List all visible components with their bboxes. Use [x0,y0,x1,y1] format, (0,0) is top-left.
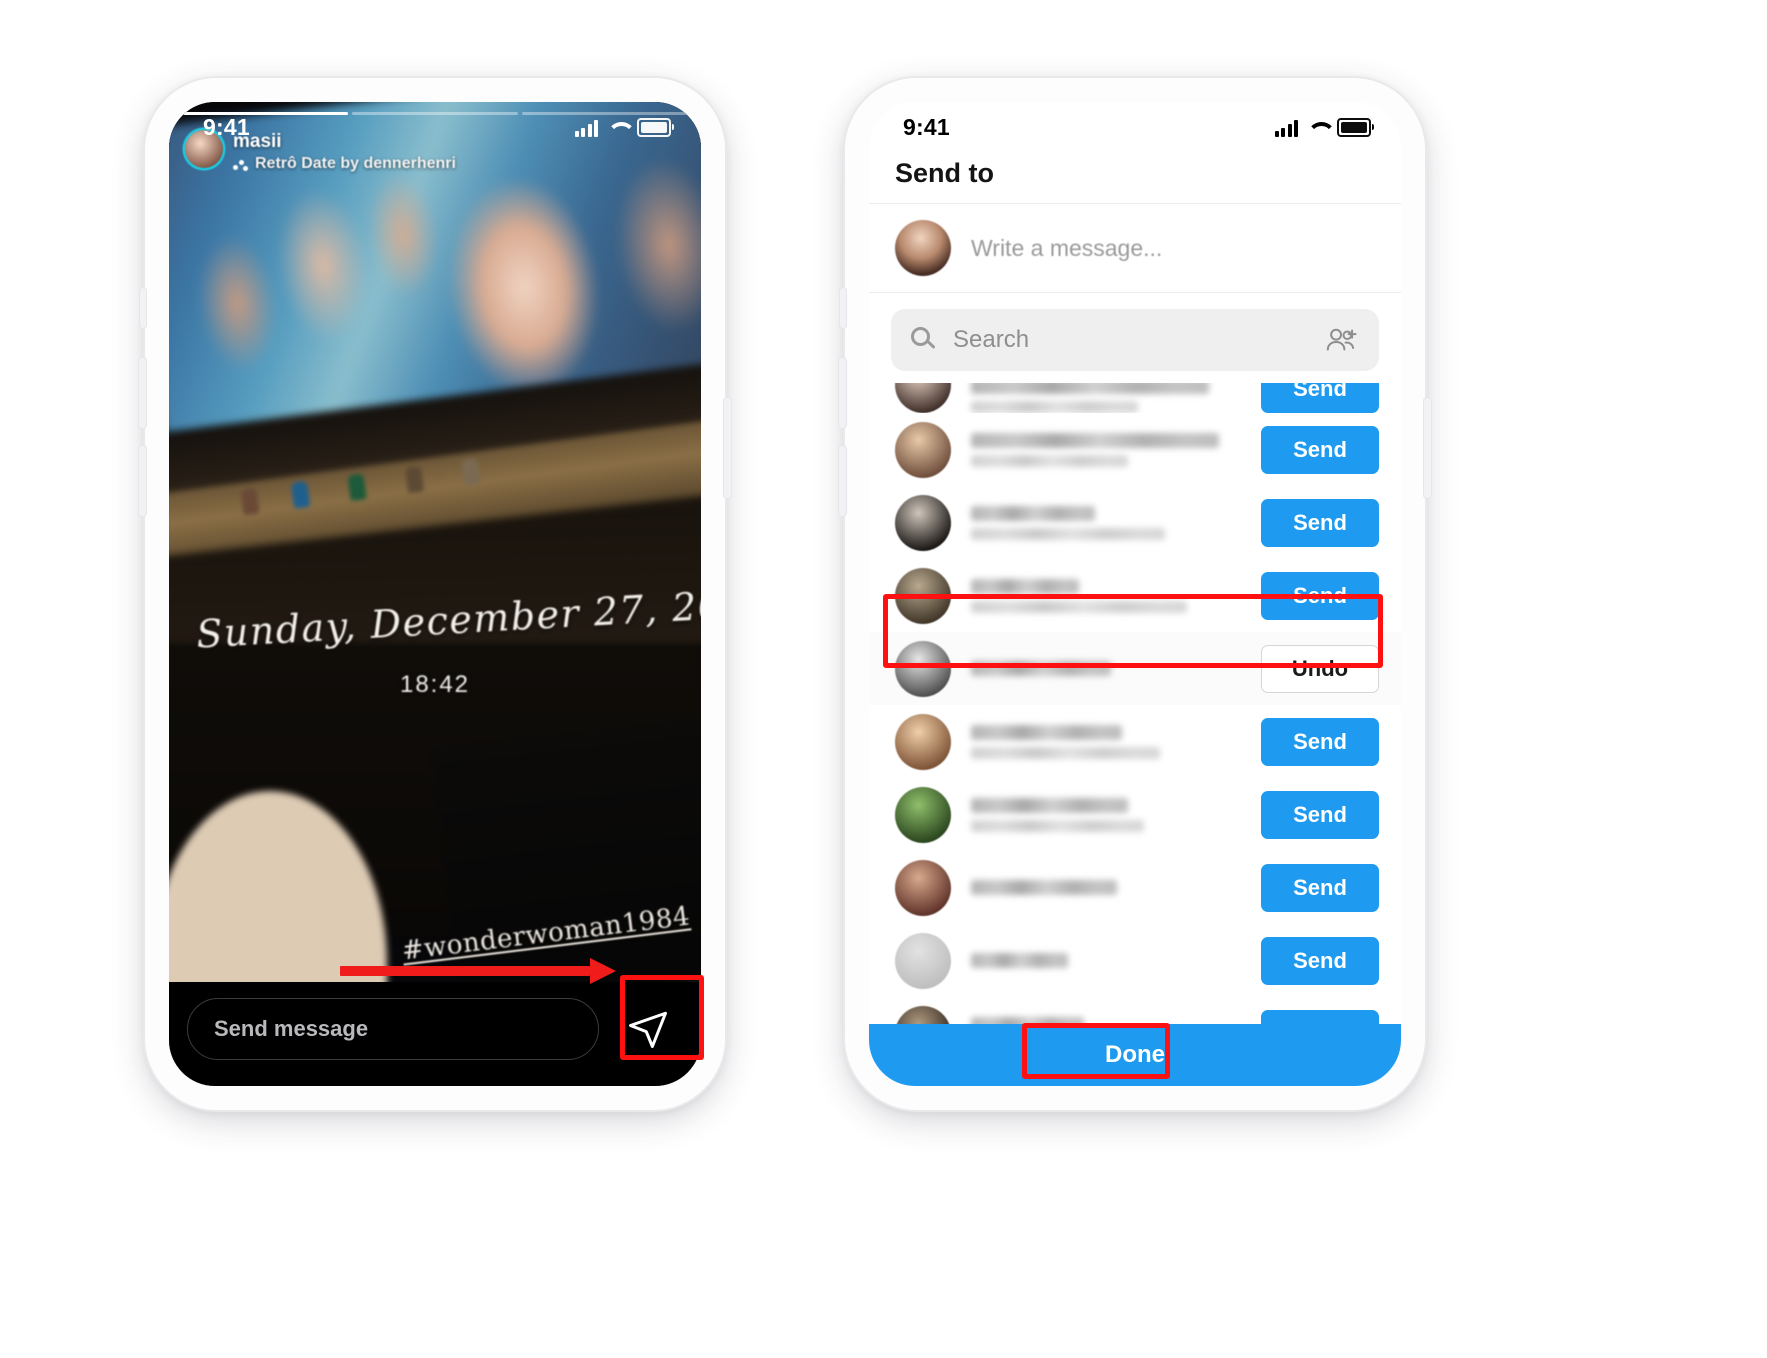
search-container: Search [869,293,1401,383]
write-message-input[interactable]: Write a message... [971,235,1162,262]
contact-name [971,880,1117,895]
contact-row[interactable]: Send [869,851,1401,924]
selected-row-highlight-box [883,594,1383,668]
red-arrow-pointing-right [340,958,620,984]
contact-avatar [895,421,951,478]
mute-switch-2[interactable] [840,288,846,328]
contact-name [971,505,1096,521]
search-input[interactable]: Search [891,309,1379,371]
contact-name-block [971,383,1241,413]
contact-row[interactable]: Send [869,413,1401,486]
search-placeholder: Search [953,326,1030,353]
search-icon [911,327,937,353]
contact-name-block [971,505,1241,540]
contact-name [971,724,1123,740]
contacts-list[interactable]: SendSendSendSendUndoSendSendSendSendSend [869,383,1401,1024]
send-button[interactable]: Send [1261,790,1379,839]
send-button[interactable]: Send [1261,1009,1379,1024]
story-screen[interactable]: 9:41 masii Retrô Date by dennerhenri Sun… [169,102,701,1086]
contact-row[interactable]: Send [869,383,1401,413]
contact-username [971,819,1144,832]
contact-username [971,401,1139,413]
send-button[interactable]: Send [1261,936,1379,985]
phone-story-mockup: 9:41 masii Retrô Date by dennerhenri Sun… [139,78,731,1110]
send-message-input[interactable]: Send message [187,998,599,1060]
screenshot-canvas: 9:41 masii Retrô Date by dennerhenri Sun… [0,0,1767,1358]
send-button[interactable]: Send [1261,498,1379,547]
mute-switch[interactable] [140,288,146,328]
contact-avatar [895,932,951,989]
send-button[interactable]: Send [1261,717,1379,766]
send-icon-highlight-box [620,975,704,1060]
contact-name [971,797,1128,813]
write-message-row[interactable]: Write a message... [869,203,1401,293]
story-avatar[interactable] [185,130,223,168]
phone-sendto-mockup: 9:41 Send to Write a message... Search S… [839,78,1431,1110]
contact-avatar [895,383,951,413]
page-title: Send to [895,158,994,188]
contact-name-block [971,432,1241,467]
story-header[interactable]: masii Retrô Date by dennerhenri [185,130,685,173]
contact-name-block [971,724,1241,759]
volume-up-button[interactable] [139,358,146,428]
story-music-text: Retrô Date by dennerhenri [255,155,456,172]
contact-username [971,527,1166,540]
contact-avatar [895,494,951,551]
contact-name-block [971,797,1241,832]
contact-username [971,746,1160,759]
contact-username [971,454,1128,467]
music-note-icon [233,157,248,171]
contact-avatar [895,786,951,843]
contact-avatar [895,859,951,916]
add-people-icon[interactable] [1325,327,1359,353]
done-button-highlight-box [1022,1023,1170,1079]
contact-row[interactable]: Send [869,486,1401,559]
story-music-label[interactable]: Retrô Date by dennerhenri [233,155,456,173]
story-username[interactable]: masii [233,131,456,153]
user-avatar [895,220,951,276]
story-header-meta: masii Retrô Date by dennerhenri [233,130,456,173]
power-button[interactable] [724,398,731,498]
contact-name-block [971,953,1241,968]
volume-down-button-2[interactable] [839,446,846,516]
contact-name [971,578,1079,594]
contact-name [971,383,1209,394]
contact-name [971,432,1220,448]
contact-row[interactable]: Send [869,705,1401,778]
story-time-text: 18:42 [399,670,471,698]
send-button[interactable]: Send [1261,425,1379,474]
volume-up-button-2[interactable] [839,358,846,428]
contact-row[interactable]: Send [869,997,1401,1024]
contact-avatar [895,1005,951,1024]
contact-row[interactable]: Send [869,924,1401,997]
contact-row[interactable]: Send [869,778,1401,851]
power-button-2[interactable] [1424,398,1431,498]
story-progress-bars [183,112,687,115]
contact-name [971,953,1069,968]
contact-name-block [971,880,1241,895]
send-button[interactable]: Send [1261,863,1379,912]
contact-avatar [895,713,951,770]
send-button[interactable]: Send [1261,383,1379,413]
volume-down-button[interactable] [139,446,146,516]
